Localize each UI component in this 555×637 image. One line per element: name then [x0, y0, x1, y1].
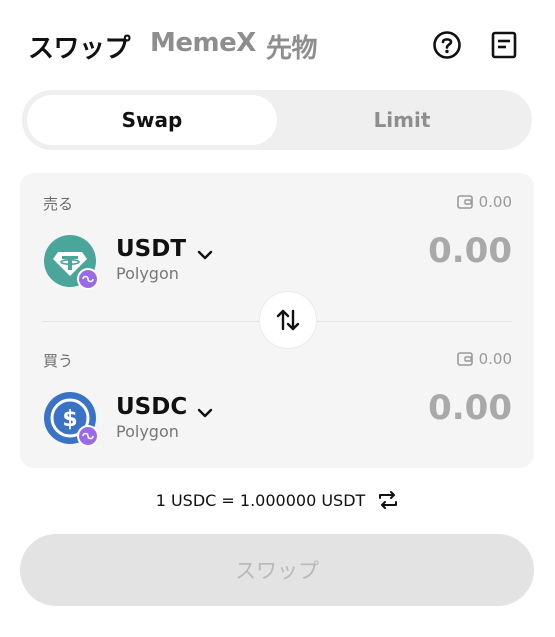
exchange-rate-text: 1 USDC = 1.000000 USDT [155, 490, 366, 510]
usdc-token-icon[interactable]: $ [44, 392, 99, 447]
sell-token-symbol[interactable]: USDT [116, 236, 186, 262]
buy-token-chain: Polygon [116, 422, 179, 441]
flip-tokens-button[interactable] [259, 291, 317, 349]
buy-balance-value: 0.00 [478, 350, 512, 368]
wallet-icon [456, 352, 473, 366]
mode-switch: Swap Limit [22, 90, 532, 150]
buy-amount-input[interactable]: 0.00 [428, 388, 512, 428]
mode-limit-button[interactable]: Limit [277, 95, 527, 145]
buy-balance: 0.00 [456, 350, 512, 368]
invert-rate-icon[interactable] [377, 490, 399, 510]
mode-swap-button[interactable]: Swap [27, 95, 277, 145]
tab-swap[interactable]: スワップ [28, 28, 131, 65]
swap-arrows-icon [276, 309, 300, 331]
sell-balance-value: 0.00 [478, 193, 512, 211]
tab-memex[interactable]: MemeX [150, 28, 256, 58]
buy-label: 買う [43, 352, 74, 370]
sell-label: 売る [43, 195, 74, 213]
sell-token-chain: Polygon [116, 264, 179, 283]
svg-text:$: $ [62, 407, 77, 432]
usdt-token-icon[interactable] [44, 235, 99, 290]
tab-futures[interactable]: 先物 [266, 28, 318, 65]
chevron-down-icon[interactable] [196, 246, 214, 264]
chevron-down-icon[interactable] [196, 404, 214, 422]
sell-amount-input[interactable]: 0.00 [428, 231, 512, 271]
swap-submit-button[interactable]: スワップ [20, 534, 534, 606]
swap-panel: 売る 0.00 USDT Polygon 0.00 買う 0.00 $ USDC… [20, 173, 534, 468]
exchange-rate: 1 USDC = 1.000000 USDT [0, 490, 555, 510]
wallet-icon [456, 195, 473, 209]
buy-token-symbol[interactable]: USDC [116, 394, 187, 420]
sell-balance: 0.00 [456, 193, 512, 211]
orders-icon[interactable] [489, 30, 519, 60]
help-icon[interactable] [432, 30, 462, 60]
top-header: スワップ MemeX 先物 [0, 0, 555, 90]
